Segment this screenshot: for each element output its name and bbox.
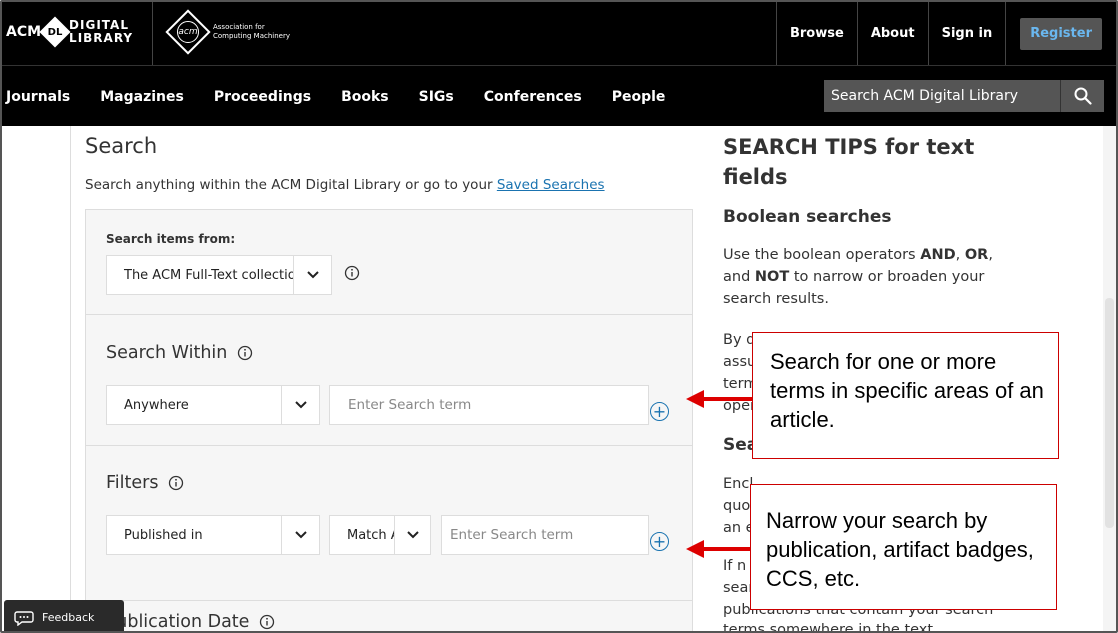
- section-filters: Filters Published in Match All Ent: [86, 446, 692, 601]
- search-items-label: Search items from:: [106, 232, 236, 246]
- nav-conferences[interactable]: Conferences: [484, 89, 582, 105]
- search-form-panel: Search items from: The ACM Full-Text col…: [85, 209, 693, 632]
- chevron-down-icon: [293, 256, 331, 294]
- op-or: OR: [964, 247, 989, 263]
- nav-books[interactable]: Books: [341, 89, 389, 105]
- callout-arrow-filters: [686, 540, 754, 558]
- filters-title: Filters: [106, 473, 184, 493]
- left-rule: [70, 126, 71, 631]
- tip-fragment: terms somewhere in the text: [723, 622, 934, 633]
- nav-journals[interactable]: Journals: [6, 89, 70, 105]
- nav-items: Journals Magazines Proceedings Books SIG…: [6, 66, 695, 127]
- top-header: ACM DL DIGITAL LIBRARY acm Association f…: [2, 2, 1116, 65]
- saved-searches-link[interactable]: Saved Searches: [497, 177, 605, 193]
- acm-association-logo[interactable]: acm Association for Computing Machinery: [165, 9, 293, 55]
- sign-in-link[interactable]: Sign in: [927, 2, 1006, 65]
- feedback-button[interactable]: Feedback: [4, 600, 124, 631]
- callout-arrow-within: [686, 390, 754, 408]
- boolean-title: Boolean searches: [723, 207, 892, 227]
- pub-date-title: Publication Date: [106, 612, 275, 632]
- logo-dl-line2: LIBRARY: [69, 31, 134, 45]
- chevron-down-icon: [281, 386, 319, 424]
- add-within-icon[interactable]: +: [650, 402, 669, 421]
- scrollbar-thumb[interactable]: [1105, 298, 1114, 528]
- tip-fragment: quo: [723, 498, 751, 514]
- filter-field-value: Published in: [124, 527, 203, 543]
- collection-select[interactable]: The ACM Full-Text collection: [106, 255, 332, 295]
- nav-magazines[interactable]: Magazines: [100, 89, 184, 105]
- search-subtitle: Search anything within the ACM Digital L…: [85, 177, 605, 193]
- match-value: Match All: [347, 527, 394, 543]
- filters-label: Filters: [106, 473, 159, 493]
- assoc-line1: Association for: [213, 23, 265, 31]
- nav-sigs[interactable]: SIGs: [419, 89, 454, 105]
- search-tips: SEARCH TIPS for text fields Boolean sear…: [723, 132, 1023, 310]
- tip-fragment: By d: [723, 332, 756, 348]
- op-not: NOT: [754, 269, 790, 285]
- within-search-input[interactable]: Enter Search term: [329, 385, 649, 425]
- within-field-select[interactable]: Anywhere: [106, 385, 320, 425]
- page-title: Search: [85, 134, 158, 158]
- chat-bubble-icon: [14, 610, 34, 626]
- site-search: Search ACM Digital Library: [824, 80, 1104, 112]
- register-wrap: Register: [1005, 2, 1116, 65]
- section-publication-date: Publication Date: [86, 601, 692, 632]
- site-search-button[interactable]: [1060, 80, 1104, 112]
- boolean-paragraph: Use the boolean operators AND, OR, and N…: [723, 247, 993, 307]
- top-links: Browse About Sign in Register: [775, 2, 1116, 65]
- info-icon[interactable]: [168, 475, 184, 491]
- register-button[interactable]: Register: [1020, 17, 1102, 50]
- op-and: AND: [920, 247, 956, 263]
- assoc-line2: Computing Machinery: [213, 32, 290, 40]
- chevron-down-icon: [281, 516, 319, 554]
- nav-people[interactable]: People: [612, 89, 666, 105]
- page-frame: ACM DL DIGITAL LIBRARY acm Association f…: [0, 0, 1118, 633]
- nav-proceedings[interactable]: Proceedings: [214, 89, 311, 105]
- dl-diamond-icon: DL: [39, 16, 71, 48]
- acm-mark: acm: [177, 21, 199, 43]
- search-within-title: Search Within: [106, 343, 253, 363]
- about-link[interactable]: About: [856, 2, 928, 65]
- logo-dl-line1: DIGITAL: [69, 18, 129, 32]
- section-search-within: Search Within Anywhere Enter Search term…: [86, 315, 692, 446]
- filter-field-select[interactable]: Published in: [106, 515, 320, 555]
- info-icon[interactable]: [259, 614, 275, 630]
- subtitle-text: Search anything within the ACM Digital L…: [85, 177, 497, 193]
- tip-fragment: If n: [723, 558, 747, 574]
- section-collection: Search items from: The ACM Full-Text col…: [86, 210, 692, 315]
- logo-acm-text: ACM: [6, 24, 42, 40]
- info-icon[interactable]: [344, 265, 360, 281]
- acm-dl-logo[interactable]: ACM DL DIGITAL LIBRARY: [6, 14, 146, 50]
- dl-badge-text: DL: [47, 26, 63, 38]
- add-filter-icon[interactable]: +: [650, 532, 669, 551]
- within-field-value: Anywhere: [124, 397, 189, 413]
- filter-search-input[interactable]: Enter Search term: [441, 515, 649, 555]
- callout-search-within: Search for one or more terms in specific…: [752, 332, 1059, 459]
- main-nav: Journals Magazines Proceedings Books SIG…: [2, 65, 1116, 126]
- association-text: Association for Computing Machinery: [213, 23, 293, 41]
- acm-diamond-icon: acm: [165, 9, 211, 55]
- match-select[interactable]: Match All: [329, 515, 431, 555]
- tips-heading: SEARCH TIPS for text fields: [723, 135, 975, 189]
- boolean-pre: Use the boolean operators: [723, 247, 921, 263]
- info-icon[interactable]: [237, 345, 253, 361]
- site-search-input[interactable]: Search ACM Digital Library: [824, 80, 1060, 112]
- search-within-label: Search Within: [106, 343, 228, 363]
- collection-value: The ACM Full-Text collection: [124, 267, 293, 283]
- header-divider: [152, 2, 153, 65]
- browse-link[interactable]: Browse: [775, 2, 857, 65]
- chevron-down-icon: [394, 516, 430, 554]
- callout-filters: Narrow your search by publication, artif…: [750, 484, 1057, 610]
- pub-date-label: Publication Date: [106, 612, 250, 632]
- search-icon: [1074, 87, 1092, 105]
- feedback-label: Feedback: [42, 611, 95, 624]
- boolean-mid: and: [723, 269, 755, 285]
- tip-fragment: Encl: [723, 476, 754, 492]
- logo-dl-words: DIGITAL LIBRARY: [69, 19, 133, 45]
